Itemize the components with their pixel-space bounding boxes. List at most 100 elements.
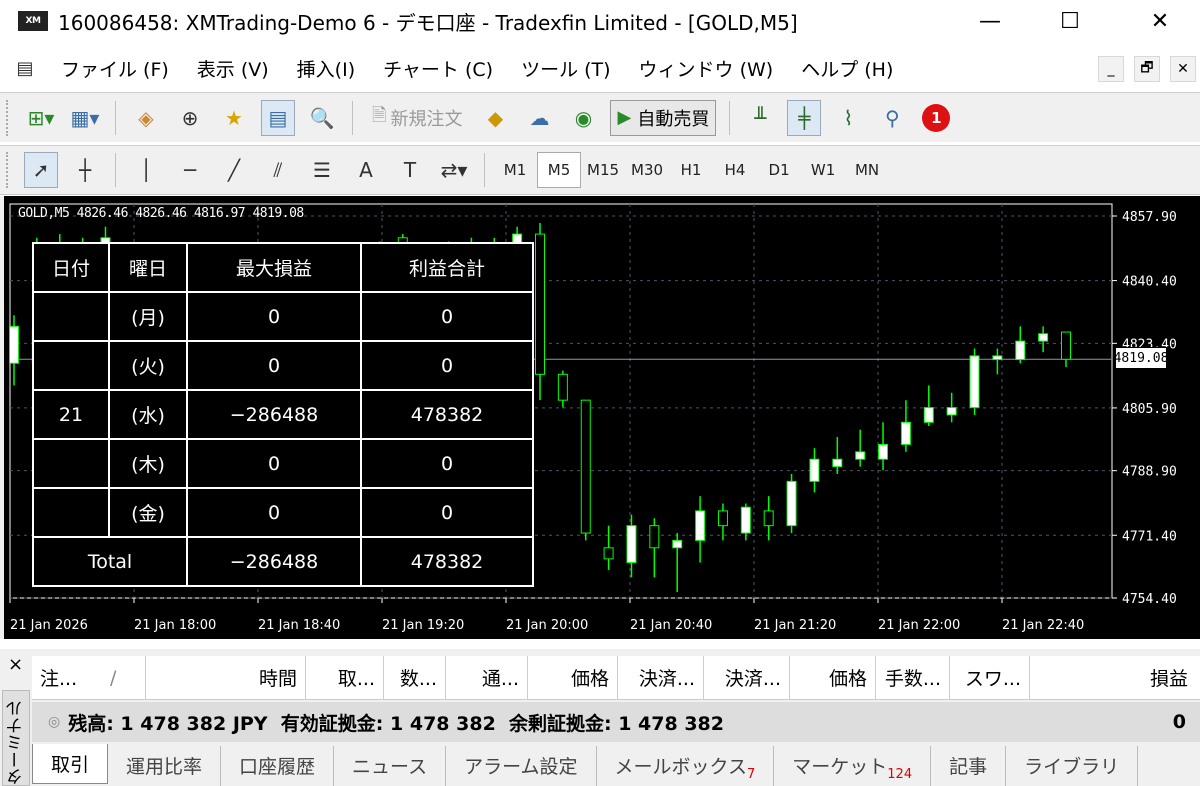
tab-account-history[interactable]: 口座履歴 <box>221 746 335 786</box>
tab-alerts[interactable]: アラーム設定 <box>446 746 597 786</box>
data-window-icon[interactable]: ⊕ <box>173 100 207 136</box>
tab-market[interactable]: マーケット124 <box>774 746 932 786</box>
new-order-icon: 🗎 <box>372 104 387 126</box>
candle-body <box>763 510 774 527</box>
timeframe-d1[interactable]: D1 <box>757 152 801 188</box>
timeframe-m30[interactable]: M30 <box>625 152 669 188</box>
text-icon[interactable]: A <box>349 152 383 188</box>
terminal-close-button[interactable]: × <box>8 654 23 675</box>
candle-body <box>649 525 660 549</box>
cursor-icon[interactable]: ➚ <box>24 152 58 188</box>
auto-trading-label: 自動売買 <box>637 108 710 130</box>
candle-body <box>1015 340 1026 361</box>
account-icon[interactable]: ☁ <box>522 100 556 136</box>
trendline-icon[interactable]: ╱ <box>217 152 251 188</box>
menu-help[interactable]: ヘルプ (H) <box>787 55 907 82</box>
horizontal-line-icon[interactable]: ─ <box>173 152 207 188</box>
col-order[interactable]: 注... / <box>32 655 146 700</box>
pnl-cell-weekday: (火) <box>108 340 188 391</box>
timeframe-m5[interactable]: M5 <box>537 152 581 188</box>
timeframe-m1[interactable]: M1 <box>493 152 537 188</box>
menu-window[interactable]: ウィンドウ (W) <box>625 55 788 82</box>
pnl-cell-max: 0 <box>186 340 362 391</box>
profiles-icon[interactable]: ▦▾ <box>68 100 102 136</box>
strategy-tester-icon[interactable]: 🔍 <box>305 100 339 136</box>
menu-view[interactable]: 表示 (V) <box>183 55 283 82</box>
timeframe-h4[interactable]: H4 <box>713 152 757 188</box>
pnl-header-max: 最大損益 <box>186 242 362 293</box>
col-tp[interactable]: 決済... <box>704 655 790 700</box>
toolbar-grip[interactable] <box>6 99 11 136</box>
pnl-row: (木) 0 0 <box>32 438 534 489</box>
candle-body <box>672 539 683 549</box>
tab-mailbox[interactable]: メールボックス7 <box>597 746 775 786</box>
maximize-button[interactable]: ☐ <box>1040 0 1100 42</box>
market-watch-icon[interactable]: ◈ <box>129 100 163 136</box>
pnl-cell-sum: 478382 <box>360 389 534 440</box>
col-type[interactable]: 取... <box>306 655 384 700</box>
col-profit[interactable]: 損益 <box>1030 656 1196 700</box>
terminal-icon[interactable]: ▤ <box>261 99 295 136</box>
line-chart-icon[interactable]: ⌇ <box>831 100 865 136</box>
col-size[interactable]: 数... <box>384 655 446 700</box>
tab-articles[interactable]: 記事 <box>931 746 1007 786</box>
mdi-close-button[interactable]: ✕ <box>1170 56 1196 82</box>
tab-news-label: ニュース <box>352 756 428 778</box>
signals-icon[interactable]: ◉ <box>566 100 600 136</box>
col-current-price[interactable]: 価格 <box>790 655 876 700</box>
col-swap[interactable]: スワ... <box>950 655 1030 700</box>
equidistant-channel-icon[interactable]: ⫽ <box>261 152 295 188</box>
close-button[interactable]: ✕ <box>1130 0 1190 42</box>
time-tick-label: 21 Jan 18:00 <box>134 618 216 633</box>
mdi-restore-button[interactable]: 🗗 <box>1134 56 1160 82</box>
zoom-in-icon[interactable]: ⚲ <box>875 100 909 136</box>
col-time[interactable]: 時間 <box>146 655 306 700</box>
vertical-line-icon[interactable]: │ <box>129 152 163 188</box>
navigator-icon[interactable]: ★ <box>217 100 251 136</box>
pnl-cell-weekday: (金) <box>108 487 188 538</box>
col-symbol[interactable]: 通... <box>446 655 528 700</box>
bar-chart-icon[interactable]: ╨ <box>743 100 777 136</box>
auto-trading-button[interactable]: ▶ 自動売買 <box>610 99 717 136</box>
col-commission[interactable]: 手数... <box>876 655 950 700</box>
chart-window-icon[interactable]: ▤ <box>8 50 42 86</box>
candle-body <box>557 373 568 401</box>
trade-table-header: 注... / 時間 取... 数... 通... 価格 決済... 決済... 価… <box>32 655 1200 700</box>
crosshair-icon[interactable]: ┼ <box>68 152 102 188</box>
metaeditor-icon[interactable]: ◆ <box>478 100 512 136</box>
toolbar-grip[interactable] <box>6 152 11 188</box>
balance-row[interactable]: ◎ 残高: 1 478 382 JPY 有効証拠金: 1 478 382 余剰証… <box>32 702 1200 742</box>
new-order-button[interactable]: 🗎 新規注文 <box>366 100 468 136</box>
tab-trade[interactable]: 取引 <box>32 744 109 784</box>
new-chart-icon[interactable]: ⊞▾ <box>24 100 58 136</box>
tab-news[interactable]: ニュース <box>334 746 447 786</box>
alerts-badge: 1 <box>922 103 951 132</box>
tab-library[interactable]: ライブラリ <box>1006 746 1139 786</box>
candle-body <box>1038 333 1049 342</box>
menu-tools[interactable]: ツール (T) <box>507 55 624 82</box>
mdi-minimize-button[interactable]: _ <box>1098 56 1124 82</box>
alerts-icon[interactable]: 1 <box>919 100 953 136</box>
menu-charts[interactable]: チャート (C) <box>369 55 507 82</box>
price-tick-label: 4754.40 <box>1122 592 1177 607</box>
new-order-label: 新規注文 <box>390 108 463 130</box>
pnl-cell-weekday: (木) <box>108 438 188 489</box>
candlestick-icon[interactable]: ╪ <box>787 99 822 136</box>
arrows-icon[interactable]: ⇄▾ <box>437 152 471 188</box>
pnl-row: (火) 0 0 <box>32 340 534 391</box>
timeframe-h1[interactable]: H1 <box>669 152 713 188</box>
pnl-total-max: −286488 <box>186 536 362 587</box>
fibonacci-icon[interactable]: ☰ <box>305 152 339 188</box>
col-sl[interactable]: 決済... <box>618 655 704 700</box>
minimize-button[interactable]: — <box>960 0 1020 42</box>
timeframe-w1[interactable]: W1 <box>801 152 845 188</box>
pnl-cell-max: 0 <box>186 487 362 538</box>
tab-mailbox-label: メールボックス <box>614 756 747 778</box>
timeframe-m15[interactable]: M15 <box>581 152 625 188</box>
col-price[interactable]: 価格 <box>528 655 618 700</box>
tab-exposure[interactable]: 運用比率 <box>108 746 222 786</box>
menu-file[interactable]: ファイル (F) <box>47 55 183 82</box>
menu-insert[interactable]: 挿入(I) <box>283 55 369 82</box>
timeframe-mn[interactable]: MN <box>845 152 889 188</box>
text-label-icon[interactable]: T <box>393 152 427 188</box>
